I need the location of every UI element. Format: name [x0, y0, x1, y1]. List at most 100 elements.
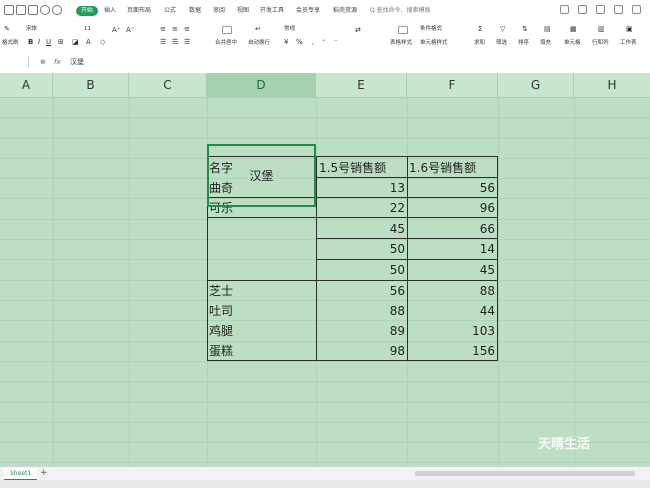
wrap-text-icon[interactable]: ↵ [255, 25, 261, 33]
cloud-icon[interactable] [578, 5, 587, 14]
cell-sales-1-5[interactable]: 98 [345, 343, 405, 359]
percent-icon[interactable]: % [296, 38, 303, 46]
cell-sales-1-5[interactable]: 88 [345, 303, 405, 319]
cell-sales-1-6[interactable]: 156 [435, 343, 495, 359]
cell-sales-1-5[interactable]: 13 [345, 180, 405, 196]
clear-icon[interactable]: ◇ [100, 38, 105, 46]
sort-icon[interactable]: ⇅ [522, 25, 528, 33]
search-input[interactable]: Q 查找命令、搜索模板 [370, 6, 448, 16]
cell-sales-1-6[interactable]: 14 [435, 241, 495, 257]
tab-developer[interactable]: 开发工具 [260, 7, 284, 15]
tab-data[interactable]: 数据 [189, 7, 201, 15]
increase-decimal-icon[interactable]: ⁺ [322, 38, 326, 46]
horizontal-scrollbar[interactable] [415, 471, 635, 476]
cells-icon[interactable]: ▦ [570, 25, 577, 33]
merged-cell-selected[interactable]: 汉堡 [207, 144, 316, 207]
cell-sales-1-6[interactable]: 44 [435, 303, 495, 319]
col-header-a[interactable]: A [0, 73, 53, 97]
font-color-icon[interactable]: A [86, 38, 91, 46]
auto-wrap-button[interactable]: 自动换行 [248, 40, 270, 47]
cell-sales-1-6[interactable]: 88 [435, 283, 495, 299]
cell-sales-1-5[interactable]: 50 [345, 241, 405, 257]
font-name-select[interactable]: 宋体 [26, 26, 37, 33]
bold-icon[interactable]: B [28, 38, 33, 46]
italic-icon[interactable]: I [38, 38, 40, 46]
conditional-format-button[interactable]: 条件格式 [420, 26, 442, 33]
redo-icon[interactable] [52, 5, 62, 15]
type-convert-icon[interactable]: ⇄ [355, 26, 361, 34]
row-col-button[interactable]: 行和列 [592, 40, 609, 47]
increase-font-icon[interactable]: A⁺ [112, 26, 120, 34]
sheet-grid[interactable]: A B C D E F G H [0, 73, 650, 466]
currency-icon[interactable]: ¥ [284, 38, 288, 46]
col-header-c[interactable]: C [129, 73, 207, 97]
col-header-d[interactable]: D [207, 73, 316, 97]
sum-button[interactable]: 求和 [474, 40, 485, 47]
align-right-icon[interactable]: ☰ [184, 38, 190, 46]
cell-sales-1-6[interactable]: 96 [435, 200, 495, 216]
align-middle-icon[interactable]: ≡ [172, 25, 178, 33]
decrease-decimal-icon[interactable]: ⁻ [334, 38, 338, 46]
col-header-g[interactable]: G [498, 73, 574, 97]
name-box[interactable] [0, 56, 29, 68]
decrease-font-icon[interactable]: A⁻ [126, 26, 134, 34]
header-sales-1-6[interactable]: 1.6号销售额 [409, 160, 476, 176]
table-style-button[interactable]: 表格样式 [390, 40, 412, 47]
formula-input[interactable]: 汉堡 [70, 58, 84, 67]
align-bottom-icon[interactable]: ≡ [184, 25, 190, 33]
save-icon[interactable] [16, 5, 26, 15]
col-header-b[interactable]: B [53, 73, 129, 97]
col-header-f[interactable]: F [407, 73, 498, 97]
fill-color-icon[interactable]: ◪ [72, 38, 79, 46]
cell-name[interactable]: 芝士 [209, 283, 233, 299]
menu-icon[interactable] [4, 5, 14, 15]
format-painter-icon[interactable]: ✎ [4, 25, 10, 33]
tab-page-layout[interactable]: 页面布局 [127, 7, 151, 15]
fx-icon[interactable]: fx [54, 58, 61, 66]
tab-formulas[interactable]: 公式 [164, 7, 176, 15]
worksheet-icon[interactable]: ▣ [626, 25, 633, 33]
cell-name[interactable]: 吐司 [209, 303, 233, 319]
fill-icon[interactable]: ▤ [544, 25, 551, 33]
sum-icon[interactable]: Σ [478, 25, 482, 33]
underline-icon[interactable]: U [46, 38, 51, 46]
cell-sales-1-6[interactable]: 45 [435, 262, 495, 278]
align-top-icon[interactable]: ≡ [160, 25, 166, 33]
more-icon[interactable] [614, 5, 623, 14]
share-icon[interactable] [560, 5, 569, 14]
merge-center-button[interactable]: 合并居中 [215, 40, 237, 47]
cell-name[interactable]: 鸡腿 [209, 323, 233, 339]
col-header-e[interactable]: E [316, 73, 407, 97]
font-size-select[interactable]: 11 [84, 26, 91, 33]
merge-center-icon[interactable] [222, 26, 232, 34]
cell-sales-1-6[interactable]: 66 [435, 221, 495, 237]
worksheet-button[interactable]: 工作表 [620, 40, 637, 47]
align-left-icon[interactable]: ☰ [160, 38, 166, 46]
number-format-select[interactable]: 常规 [284, 26, 295, 33]
add-sheet-icon[interactable]: + [40, 467, 48, 479]
border-icon[interactable]: ⊞ [58, 38, 64, 46]
print-icon[interactable] [28, 5, 38, 15]
undo-icon[interactable] [40, 5, 50, 15]
cell-sales-1-5[interactable]: 22 [345, 200, 405, 216]
cell-sales-1-5[interactable]: 89 [345, 323, 405, 339]
thousands-icon[interactable]: , [312, 38, 314, 46]
align-center-icon[interactable]: ☰ [172, 38, 178, 46]
cell-name[interactable]: 蛋糕 [209, 343, 233, 359]
cell-sales-1-5[interactable]: 50 [345, 262, 405, 278]
cell-sales-1-5[interactable]: 56 [345, 283, 405, 299]
filter-button[interactable]: 筛选 [496, 40, 507, 47]
filter-icon[interactable]: ▽ [500, 25, 505, 33]
cell-style-button[interactable]: 单元格样式 [420, 40, 448, 47]
col-header-h[interactable]: H [574, 73, 650, 97]
tab-member[interactable]: 会员专享 [296, 7, 320, 15]
header-sales-1-5[interactable]: 1.5号销售额 [319, 160, 386, 176]
zoom-icon[interactable]: ⊕ [40, 58, 46, 66]
cell-sales-1-5[interactable]: 45 [345, 221, 405, 237]
tab-docer[interactable]: 稻壳资源 [333, 7, 357, 15]
tab-insert[interactable]: 插入 [104, 7, 116, 15]
row-col-icon[interactable]: ▥ [598, 25, 605, 33]
cells-button[interactable]: 单元格 [564, 40, 581, 47]
tab-view[interactable]: 视图 [237, 7, 249, 15]
user-icon[interactable] [596, 5, 605, 14]
